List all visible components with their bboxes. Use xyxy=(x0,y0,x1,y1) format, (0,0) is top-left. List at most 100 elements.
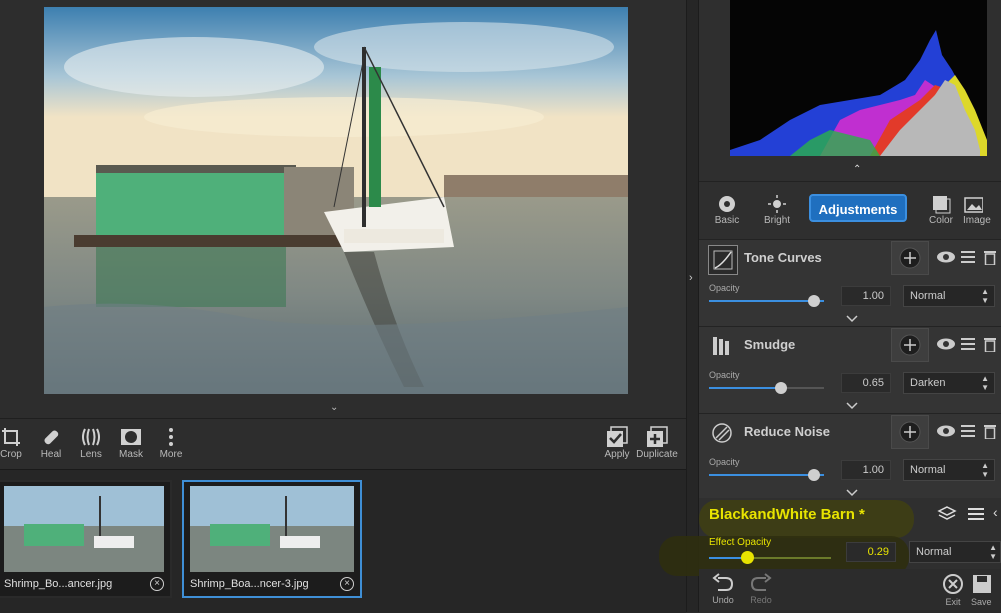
bottom-action-bar: Undo Redo Exit Save xyxy=(699,569,1001,612)
effect-opacity-track[interactable] xyxy=(709,557,831,559)
tab-bright-label: Bright xyxy=(763,215,791,226)
smudge-icon xyxy=(708,332,736,360)
filmstrip-item[interactable]: Shrimp_Bo...ancer.jpg × xyxy=(0,480,172,598)
opacity-label: Opacity xyxy=(709,283,740,293)
undo-icon xyxy=(712,573,734,591)
eye-icon[interactable] xyxy=(936,424,956,443)
more-label: More xyxy=(159,449,183,460)
tab-color-label: Color xyxy=(929,215,953,226)
tab-basic[interactable]: Basic xyxy=(701,193,753,226)
adjustment-tabs: Basic Bright Adjustments Color Image xyxy=(699,183,1001,239)
opacity-slider-thumb[interactable] xyxy=(808,295,820,307)
trash-icon[interactable] xyxy=(984,249,996,270)
opacity-slider-track[interactable] xyxy=(709,387,824,389)
filter-name: Reduce Noise xyxy=(744,424,830,439)
opacity-slider-track[interactable] xyxy=(709,300,824,302)
trash-icon[interactable] xyxy=(984,423,996,444)
thumbnail-image xyxy=(4,486,164,572)
select-arrows-icon: ▲ ▼ xyxy=(981,461,989,479)
trash-icon[interactable] xyxy=(984,336,996,357)
opacity-slider-track[interactable] xyxy=(709,474,824,476)
tool-bar: Crop Heal Lens Mask More Apply Duplicate xyxy=(0,418,686,469)
exit-icon xyxy=(943,574,963,594)
opacity-label: Opacity xyxy=(709,457,740,467)
thumbnail-filename: Shrimp_Boa...ncer-3.jpg xyxy=(190,578,309,590)
preset-name: BlackandWhite Barn * xyxy=(709,506,865,523)
undo-label: Undo xyxy=(712,595,734,605)
menu-icon[interactable] xyxy=(961,337,975,356)
preset-menu-icon[interactable] xyxy=(968,507,984,526)
main-photo[interactable] xyxy=(44,7,628,394)
filmstrip-item-selected[interactable]: Shrimp_Boa...ncer-3.jpg × xyxy=(182,480,362,598)
save-button[interactable]: Save xyxy=(971,573,1001,607)
image-workspace: ⌄ Crop Heal Lens Mask More Apply Duplica… xyxy=(0,0,686,613)
duplicate-label: Duplicate xyxy=(636,449,678,460)
select-arrows-icon: ▲ ▼ xyxy=(981,374,989,392)
expand-panel-icon[interactable]: › xyxy=(689,272,693,284)
histogram-collapse-icon[interactable]: ⌃ xyxy=(853,164,861,175)
tone-curve-icon xyxy=(708,245,738,275)
add-mask-button[interactable] xyxy=(891,415,929,449)
plus-circle-icon xyxy=(899,247,921,269)
tab-image-label: Image xyxy=(963,215,991,226)
filter-tone-curves: Tone Curves Opacity 1.00 Normal ▲ ▼ xyxy=(699,239,1001,326)
filmstrip: Shrimp_Bo...ancer.jpg × Shrimp_Boa...nce… xyxy=(0,469,686,613)
blend-mode-value: Normal xyxy=(916,546,952,558)
close-icon[interactable]: × xyxy=(150,577,164,591)
tab-bright[interactable]: Bright xyxy=(751,193,803,226)
image-icon xyxy=(963,193,1001,215)
exit-button[interactable]: Exit xyxy=(933,573,973,607)
filter-smudge: Smudge Opacity 0.65 Darken ▲ ▼ xyxy=(699,326,1001,413)
menu-icon[interactable] xyxy=(961,250,975,269)
more-tool[interactable]: More xyxy=(148,425,194,460)
menu-icon[interactable] xyxy=(961,424,975,443)
filter-reduce-noise: Reduce Noise Opacity 1.00 Normal ▲ ▼ xyxy=(699,413,1001,498)
back-arrow-icon[interactable]: ‹ xyxy=(993,504,998,520)
close-icon[interactable]: × xyxy=(340,577,354,591)
thumbnail-image xyxy=(190,486,354,572)
thumbnail-filename: Shrimp_Bo...ancer.jpg xyxy=(4,578,113,590)
effect-opacity-value[interactable]: 0.29 xyxy=(846,542,896,562)
adjustments-panel: ⌃ Basic Bright Adjustments Color Image T… xyxy=(659,0,1001,612)
sun-icon xyxy=(751,193,803,215)
more-icon xyxy=(148,425,194,449)
preset-section: BlackandWhite Barn * ‹ Effect Opacity 0.… xyxy=(659,498,1001,576)
save-icon xyxy=(973,575,991,593)
duplicate-button[interactable]: Duplicate xyxy=(634,425,680,460)
tab-image[interactable]: Image xyxy=(963,193,1001,226)
tab-adjustments[interactable]: Adjustments xyxy=(809,194,907,222)
eye-icon[interactable] xyxy=(936,250,956,269)
redo-label: Redo xyxy=(750,595,772,605)
select-arrows-icon: ▲ ▼ xyxy=(981,287,989,305)
filter-name: Tone Curves xyxy=(744,250,822,265)
eye-icon[interactable] xyxy=(936,337,956,356)
opacity-value[interactable]: 1.00 xyxy=(841,460,891,480)
tab-color[interactable]: Color xyxy=(915,193,967,226)
blend-mode-select[interactable]: Darken ▲ ▼ xyxy=(903,372,995,394)
opacity-slider-thumb[interactable] xyxy=(808,469,820,481)
opacity-slider-thumb[interactable] xyxy=(775,382,787,394)
collapse-chevron-icon[interactable]: ⌄ xyxy=(330,402,338,413)
filter-name: Smudge xyxy=(744,337,796,352)
blend-mode-select[interactable]: Normal ▲ ▼ xyxy=(903,285,995,307)
blend-mode-select[interactable]: Normal ▲ ▼ xyxy=(903,459,995,481)
blend-mode-value: Normal xyxy=(910,290,946,302)
reduce-noise-icon xyxy=(708,419,736,447)
basic-icon xyxy=(701,193,753,215)
duplicate-icon xyxy=(634,425,680,449)
opacity-value[interactable]: 1.00 xyxy=(841,286,891,306)
layers-icon[interactable] xyxy=(937,505,957,528)
add-mask-button[interactable] xyxy=(891,328,929,362)
effect-opacity-thumb[interactable] xyxy=(741,551,754,564)
opacity-value[interactable]: 0.65 xyxy=(841,373,891,393)
preset-blend-select[interactable]: Normal ▲ ▼ xyxy=(909,541,1001,563)
redo-button[interactable]: Redo xyxy=(741,573,781,605)
add-mask-button[interactable] xyxy=(891,241,929,275)
panel-divider[interactable]: › xyxy=(686,0,699,612)
undo-button[interactable]: Undo xyxy=(703,573,743,605)
color-icon xyxy=(915,193,967,215)
opacity-label: Opacity xyxy=(709,370,740,380)
select-arrows-icon: ▲ ▼ xyxy=(989,543,997,561)
save-label: Save xyxy=(971,597,992,607)
effect-opacity-label: Effect Opacity xyxy=(709,537,772,548)
